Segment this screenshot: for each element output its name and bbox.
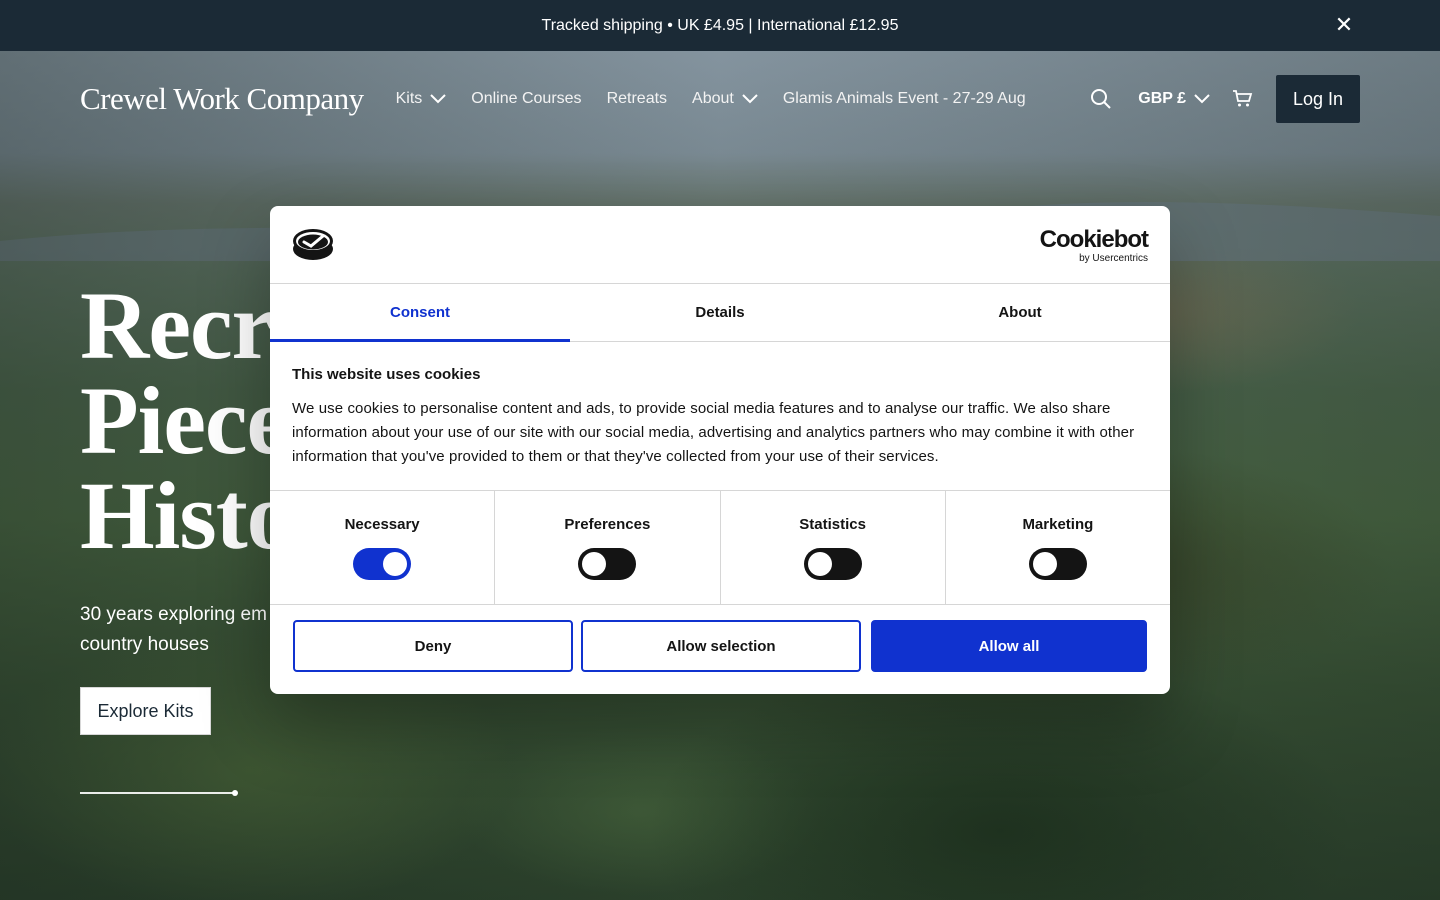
currency-label: GBP £ [1138,90,1186,107]
nav-item-label: Retreats [606,90,668,107]
site-header: Crewel Work Company Kits Online Courses … [0,51,1440,147]
dialog-body: This website uses cookies We use cookies… [270,342,1170,491]
nav-item-online-courses[interactable]: Online Courses [471,90,581,108]
cookiebot-brand[interactable]: Cookiebot by Usercentrics [1039,226,1149,265]
consent-toggles: Necessary Preferences Statistics Marketi… [270,491,1170,605]
dialog-description: We use cookies to personalise content an… [292,400,1135,465]
nav-item-label: Online Courses [471,90,582,107]
close-icon[interactable]: ✕ [1332,13,1356,37]
announcement-text: Tracked shipping • UK £4.95 | Internatio… [541,16,899,34]
allow-selection-button[interactable]: Allow selection [581,620,861,672]
tab-about[interactable]: About [870,284,1170,341]
site-logo[interactable]: Crewel Work Company [80,81,364,117]
login-button[interactable]: Log In [1276,75,1360,123]
chevron-down-icon [430,94,446,104]
main-nav: Kits Online Courses Retreats About Glami… [396,90,1026,108]
cookie-consent-dialog: Cookiebot by Usercentrics Consent Detail… [270,206,1170,694]
cookiebot-brand-name: Cookiebot [1039,226,1149,253]
nav-item-label: Kits [395,90,423,107]
tab-details[interactable]: Details [570,284,870,341]
toggle-knob [383,552,408,576]
preferences-toggle[interactable] [578,548,637,580]
toggle-cell-marketing: Marketing [946,491,1170,604]
dialog-actions: Deny Allow selection Allow all [270,605,1170,672]
nav-item-retreats[interactable]: Retreats [607,90,667,108]
toggle-knob [1032,552,1057,576]
cart-icon[interactable] [1232,88,1254,110]
nav-item-kits[interactable]: Kits [396,90,447,108]
header-actions: GBP £ Log In [1090,75,1360,123]
chevron-down-icon [1194,94,1210,104]
toggle-label: Statistics [799,516,866,533]
toggle-cell-preferences: Preferences [495,491,721,604]
necessary-toggle[interactable] [353,548,412,580]
announcement-bar: Tracked shipping • UK £4.95 | Internatio… [0,0,1440,51]
chevron-down-icon [742,94,758,104]
dialog-tabs: Consent Details About [270,284,1170,342]
progress-indicator-dot [232,790,238,796]
toggle-cell-statistics: Statistics [721,491,946,604]
statistics-toggle[interactable] [803,548,862,580]
nav-item-label: Glamis Animals Event - 27-29 Aug [782,90,1026,107]
toggle-knob [807,552,832,576]
toggle-label: Necessary [344,516,420,533]
dialog-header: Cookiebot by Usercentrics [270,206,1170,284]
explore-kits-button[interactable]: Explore Kits [80,687,211,735]
currency-selector[interactable]: GBP £ [1138,90,1210,108]
cookiebot-logo-icon [293,229,333,260]
deny-button[interactable]: Deny [293,620,573,672]
marketing-toggle[interactable] [1028,548,1087,580]
nav-item-glamis-event[interactable]: Glamis Animals Event - 27-29 Aug [783,90,1026,108]
toggle-cell-necessary: Necessary [270,491,496,604]
nav-item-about[interactable]: About [692,90,758,108]
toggle-knob [582,552,607,576]
allow-all-button[interactable]: Allow all [871,620,1147,672]
tab-consent[interactable]: Consent [270,284,570,342]
cookiebot-brand-by: by Usercentrics [1079,253,1148,264]
dialog-title: This website uses cookies [292,366,481,383]
toggle-label: Marketing [1022,516,1094,533]
toggle-label: Preferences [564,516,651,533]
search-icon[interactable] [1090,88,1112,110]
slide-progress-bar [80,790,238,796]
nav-item-label: About [692,90,734,107]
